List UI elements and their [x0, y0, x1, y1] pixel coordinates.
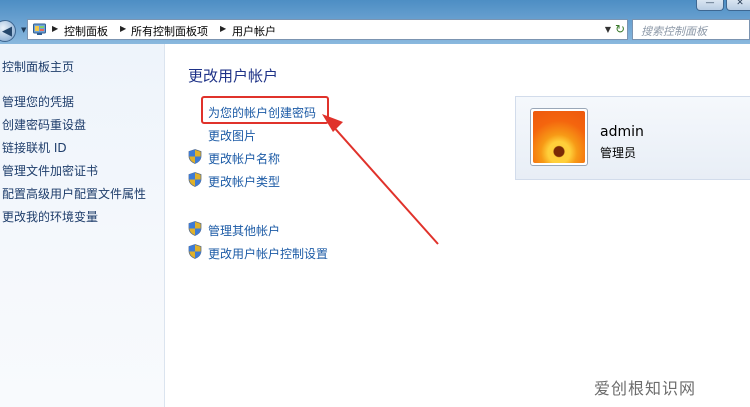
page-title: 更改用户帐户	[188, 67, 279, 85]
uac-shield-icon	[188, 172, 202, 187]
flower-picture-icon	[533, 111, 585, 163]
change-account-type-link[interactable]: 更改帐户类型	[208, 173, 280, 190]
back-arrow-icon[interactable]: ◀	[0, 20, 16, 42]
control-panel-icon	[33, 23, 46, 35]
breadcrumb-all-items[interactable]: 所有控制面板项	[131, 23, 208, 39]
search-placeholder: 搜索控制面板	[641, 25, 707, 38]
uac-shield-icon	[188, 149, 202, 164]
change-account-name-link[interactable]: 更改帐户名称	[208, 150, 280, 167]
manage-other-accounts-link[interactable]: 管理其他帐户	[208, 222, 280, 239]
left-task-pane: 控制面板主页 管理您的凭据 创建密码重设盘 链接联机 ID 管理文件加密证书 配…	[0, 44, 165, 407]
search-input[interactable]: 搜索控制面板	[632, 19, 750, 40]
breadcrumb-separator-icon[interactable]: ▶	[52, 24, 58, 33]
uac-shield-icon	[188, 221, 202, 236]
window-titlebar: — ✕ ◀ ▼ ▶ 控制面板 ▶ 所有控制面板项 ▶ 用户帐户 ▼ ↻ 搜索控制…	[0, 0, 750, 44]
user-name: admin	[600, 124, 644, 140]
refresh-icon[interactable]: ↻	[615, 22, 625, 36]
window-controls: — ✕	[694, 0, 750, 11]
control-panel-home-link[interactable]: 控制面板主页	[2, 58, 74, 75]
close-button[interactable]: ✕	[726, 0, 750, 11]
user-role: 管理员	[600, 146, 637, 160]
link-online-id-link[interactable]: 链接联机 ID	[2, 139, 67, 156]
advanced-profile-properties-link[interactable]: 配置高级用户配置文件属性	[2, 185, 146, 202]
uac-shield-icon	[188, 244, 202, 259]
history-dropdown-icon[interactable]: ▼	[21, 26, 26, 34]
environment-variables-link[interactable]: 更改我的环境变量	[2, 208, 98, 225]
manage-encryption-certificates-link[interactable]: 管理文件加密证书	[2, 162, 98, 179]
watermark: 爱创根知识网	[594, 379, 697, 398]
breadcrumb-control-panel[interactable]: 控制面板	[64, 23, 108, 39]
create-password-reset-disk-link[interactable]: 创建密码重设盘	[2, 116, 86, 133]
address-bar[interactable]: ▶ 控制面板 ▶ 所有控制面板项 ▶ 用户帐户 ▼ ↻	[27, 19, 628, 40]
minimize-button[interactable]: —	[696, 0, 724, 11]
avatar[interactable]	[530, 108, 588, 166]
breadcrumb-separator-icon[interactable]: ▶	[120, 24, 126, 33]
uac-settings-link[interactable]: 更改用户帐户控制设置	[208, 245, 328, 262]
user-account-card: admin 管理员	[515, 96, 750, 180]
breadcrumb-separator-icon[interactable]: ▶	[220, 24, 226, 33]
breadcrumb-user-accounts[interactable]: 用户帐户	[232, 23, 276, 39]
red-highlight-box	[201, 96, 329, 124]
address-dropdown-icon[interactable]: ▼	[605, 25, 611, 34]
manage-credentials-link[interactable]: 管理您的凭据	[2, 93, 74, 110]
change-picture-link[interactable]: 更改图片	[208, 127, 256, 144]
